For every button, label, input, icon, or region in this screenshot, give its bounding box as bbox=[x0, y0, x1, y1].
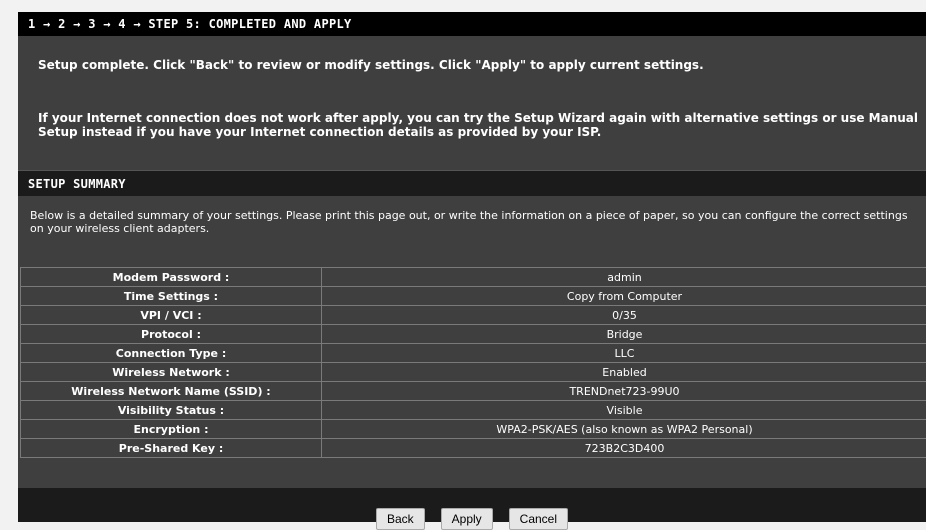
setup-wizard-panel: 1 → 2 → 3 → 4 → STEP 5: COMPLETED AND AP… bbox=[18, 12, 926, 522]
row-label: Connection Type : bbox=[21, 344, 322, 363]
row-value: WPA2-PSK/AES (also known as WPA2 Persona… bbox=[322, 420, 926, 439]
row-value: Enabled bbox=[322, 363, 926, 382]
row-value: 0/35 bbox=[322, 306, 926, 325]
table-row: Encryption : WPA2-PSK/AES (also known as… bbox=[21, 420, 926, 439]
completion-section: Setup complete. Click "Back" to review o… bbox=[18, 36, 926, 139]
table-row: Pre-Shared Key : 723B2C3D400 bbox=[21, 439, 926, 458]
table-row: Connection Type : LLC bbox=[21, 344, 926, 363]
action-buttons: Back Apply Cancel bbox=[18, 508, 926, 530]
row-label: Encryption : bbox=[21, 420, 322, 439]
row-value: Bridge bbox=[322, 325, 926, 344]
summary-table: Modem Password : admin Time Settings : C… bbox=[20, 267, 926, 458]
table-row: Modem Password : admin bbox=[21, 268, 926, 287]
row-label: Time Settings : bbox=[21, 287, 322, 306]
table-row: Time Settings : Copy from Computer bbox=[21, 287, 926, 306]
table-row: VPI / VCI : 0/35 bbox=[21, 306, 926, 325]
table-row: Wireless Network : Enabled bbox=[21, 363, 926, 382]
row-label: Wireless Network : bbox=[21, 363, 322, 382]
apply-button[interactable]: Apply bbox=[441, 508, 493, 530]
summary-description: Below is a detailed summary of your sett… bbox=[30, 209, 920, 235]
row-value: 723B2C3D400 bbox=[322, 439, 926, 458]
row-label: VPI / VCI : bbox=[21, 306, 322, 325]
row-label: Modem Password : bbox=[21, 268, 322, 287]
row-value: TRENDnet723-99U0 bbox=[322, 382, 926, 401]
setup-complete-text: Setup complete. Click "Back" to review o… bbox=[38, 36, 926, 73]
row-value: LLC bbox=[322, 344, 926, 363]
retry-instructions-text: If your Internet connection does not wor… bbox=[38, 73, 926, 139]
row-value: admin bbox=[322, 268, 926, 287]
row-label: Wireless Network Name (SSID) : bbox=[21, 382, 322, 401]
row-value: Copy from Computer bbox=[322, 287, 926, 306]
step-header: 1 → 2 → 3 → 4 → STEP 5: COMPLETED AND AP… bbox=[18, 12, 926, 36]
row-label: Visibility Status : bbox=[21, 401, 322, 420]
cancel-button[interactable]: Cancel bbox=[509, 508, 568, 530]
row-label: Protocol : bbox=[21, 325, 322, 344]
table-row: Wireless Network Name (SSID) : TRENDnet7… bbox=[21, 382, 926, 401]
table-row: Visibility Status : Visible bbox=[21, 401, 926, 420]
row-value: Visible bbox=[322, 401, 926, 420]
table-row: Protocol : Bridge bbox=[21, 325, 926, 344]
back-button[interactable]: Back bbox=[376, 508, 425, 530]
summary-header: SETUP SUMMARY bbox=[18, 170, 926, 196]
row-label: Pre-Shared Key : bbox=[21, 439, 322, 458]
